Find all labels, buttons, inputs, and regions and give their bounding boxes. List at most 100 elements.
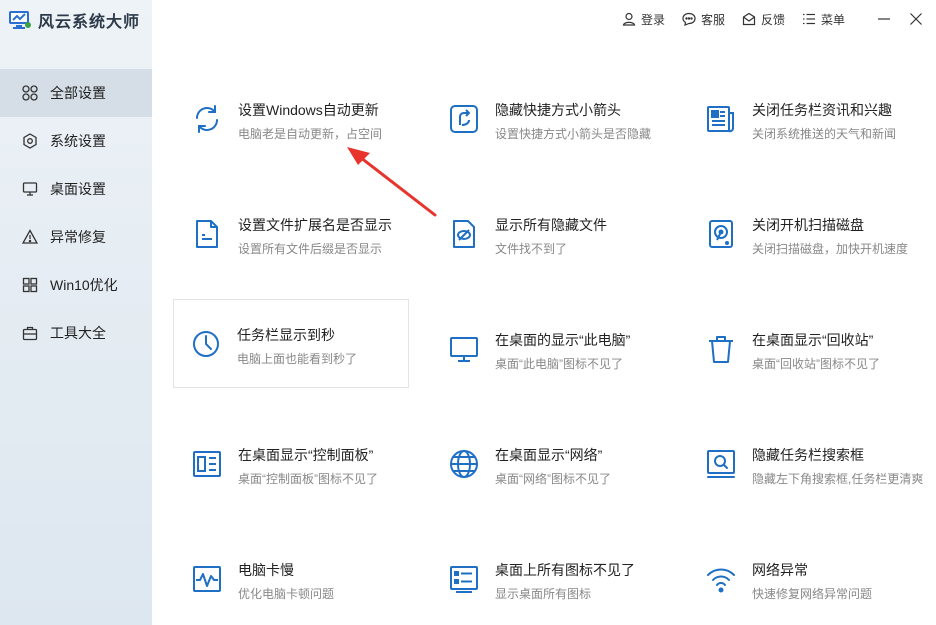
- card-title: 关闭开机扫描磁盘: [752, 217, 864, 233]
- close-icon: [910, 13, 922, 25]
- card-taskbar-seconds[interactable]: 任务栏显示到秒 电脑上面也能看到秒了: [173, 299, 409, 388]
- card-title: 设置文件扩展名是否显示: [238, 217, 392, 233]
- card-title: 在桌面显示“回收站”: [752, 332, 874, 348]
- sidebar-item-label: 全部设置: [50, 85, 106, 101]
- card-desc: 优化电脑卡顿问题: [238, 587, 335, 601]
- card-hide-search-box[interactable]: 隐藏任务栏搜索框 隐藏左下角搜索框,任务栏更清爽: [689, 420, 925, 510]
- feedback-button[interactable]: 反馈: [742, 11, 785, 28]
- globe-icon: [448, 448, 480, 480]
- card-desc: 桌面“网络”图标不见了: [495, 472, 611, 486]
- toolbox-icon: [22, 326, 38, 341]
- card-title: 在桌面的显示“此电脑”: [495, 332, 631, 348]
- card-show-control-panel[interactable]: 在桌面显示“控制面板” 桌面“控制面板”图标不见了: [175, 420, 411, 510]
- app-logo-icon: [8, 9, 32, 31]
- card-desc: 快速修复网络异常问题: [752, 587, 873, 601]
- card-network-error[interactable]: 网络异常 快速修复网络异常问题: [689, 535, 925, 625]
- menu-button[interactable]: 菜单: [802, 11, 845, 28]
- windows-icon: [22, 277, 38, 293]
- card-title: 在桌面显示“控制面板”: [238, 447, 374, 463]
- sidebar-item-label: 桌面设置: [50, 181, 106, 197]
- card-pc-slow[interactable]: 电脑卡慢 优化电脑卡顿问题: [175, 535, 411, 625]
- card-title: 设置Windows自动更新: [238, 102, 379, 118]
- sidebar-item-tools[interactable]: 工具大全: [0, 309, 152, 357]
- card-show-network[interactable]: 在桌面显示“网络” 桌面“网络”图标不见了: [432, 420, 668, 510]
- card-hide-shortcut-arrow[interactable]: 隐藏快捷方式小箭头 设置快捷方式小箭头是否隐藏: [432, 75, 668, 165]
- user-icon: [622, 12, 636, 26]
- search-box-icon: [705, 448, 737, 480]
- minimize-button[interactable]: [870, 8, 898, 30]
- card-title: 电脑卡慢: [238, 562, 294, 578]
- card-desc: 文件找不到了: [495, 242, 568, 256]
- desktop-icons-icon: [448, 563, 480, 595]
- card-title: 网络异常: [752, 562, 808, 578]
- login-label: 登录: [640, 12, 665, 27]
- feedback-label: 反馈: [760, 12, 785, 27]
- card-desc: 桌面“回收站”图标不见了: [752, 357, 880, 371]
- card-desc: 设置快捷方式小箭头是否隐藏: [495, 127, 652, 141]
- card-show-hidden-files[interactable]: 显示所有隐藏文件 文件找不到了: [432, 190, 668, 280]
- clock-icon: [190, 328, 222, 360]
- shortcut-arrow-icon: [448, 103, 480, 135]
- card-title: 任务栏显示到秒: [237, 327, 335, 343]
- card-desc: 关闭扫描磁盘，加快开机速度: [752, 242, 909, 256]
- hidden-file-icon: [448, 218, 480, 250]
- card-desc: 关闭系统推送的天气和新闻: [752, 127, 897, 141]
- card-title: 桌面上所有图标不见了: [495, 562, 635, 578]
- control-panel-icon: [191, 448, 223, 480]
- card-desc: 设置所有文件后缀是否显示: [238, 242, 383, 256]
- app-title: 风云系统大师: [38, 14, 141, 31]
- card-windows-update[interactable]: 设置Windows自动更新 电脑老是自动更新，占空间: [175, 75, 411, 165]
- minimize-icon: [878, 18, 890, 20]
- app-logo: 风云系统大师: [8, 8, 140, 32]
- monitor-icon: [22, 182, 38, 196]
- sidebar-item-desktop-settings[interactable]: 桌面设置: [0, 165, 152, 213]
- sidebar-item-win10[interactable]: Win10优化: [0, 261, 152, 309]
- sidebar-item-label: 异常修复: [50, 229, 106, 245]
- card-title: 在桌面显示“网络”: [495, 447, 603, 463]
- service-label: 客服: [700, 12, 725, 27]
- card-desc: 电脑上面也能看到秒了: [237, 352, 358, 366]
- chat-icon: [682, 12, 696, 26]
- file-icon: [191, 218, 223, 250]
- mail-icon: [742, 12, 756, 26]
- computer-icon: [448, 333, 480, 365]
- warning-icon: [22, 229, 38, 244]
- wifi-icon: [705, 563, 737, 595]
- login-button[interactable]: 登录: [622, 11, 665, 28]
- sidebar-item-label: Win10优化: [50, 277, 118, 293]
- card-desc: 隐藏左下角搜索框,任务栏更清爽: [752, 472, 924, 486]
- disk-icon: [705, 218, 737, 250]
- sidebar-item-repair[interactable]: 异常修复: [0, 213, 152, 261]
- sidebar-item-label: 工具大全: [50, 325, 106, 341]
- card-desc: 桌面“控制面板”图标不见了: [238, 472, 378, 486]
- card-close-news[interactable]: 关闭任务栏资讯和兴趣 关闭系统推送的天气和新闻: [689, 75, 925, 165]
- card-title: 显示所有隐藏文件: [495, 217, 607, 233]
- menu-icon: [802, 13, 815, 25]
- news-icon: [705, 103, 737, 135]
- card-file-extension[interactable]: 设置文件扩展名是否显示 设置所有文件后缀是否显示: [175, 190, 411, 280]
- gear-icon: [23, 133, 37, 149]
- sidebar: 风云系统大师 全部设置 系统设置 桌面设置 异常修复 Win10优化 工具大全: [0, 0, 152, 625]
- sidebar-nav: 全部设置 系统设置 桌面设置 异常修复 Win10优化 工具大全: [0, 69, 152, 357]
- service-button[interactable]: 客服: [682, 11, 725, 28]
- card-desc: 电脑老是自动更新，占空间: [238, 127, 383, 141]
- card-title: 隐藏任务栏搜索框: [752, 447, 864, 463]
- card-title: 隐藏快捷方式小箭头: [495, 102, 621, 118]
- grid-icon: [22, 85, 38, 101]
- title-bar: 登录 客服 反馈 菜单: [622, 8, 936, 30]
- card-desc: 桌面“此电脑”图标不见了: [495, 357, 623, 371]
- card-desktop-icons-missing[interactable]: 桌面上所有图标不见了 显示桌面所有图标: [432, 535, 668, 625]
- sidebar-item-label: 系统设置: [50, 133, 106, 149]
- refresh-icon: [191, 103, 223, 135]
- card-show-this-pc[interactable]: 在桌面的显示“此电脑” 桌面“此电脑”图标不见了: [432, 305, 668, 395]
- sidebar-item-system-settings[interactable]: 系统设置: [0, 117, 152, 165]
- card-show-recycle-bin[interactable]: 在桌面显示“回收站” 桌面“回收站”图标不见了: [689, 305, 925, 395]
- pulse-icon: [191, 563, 223, 595]
- menu-label: 菜单: [820, 12, 845, 27]
- trash-icon: [705, 333, 737, 365]
- card-title: 关闭任务栏资讯和兴趣: [752, 102, 892, 118]
- close-button[interactable]: [902, 8, 930, 30]
- sidebar-item-all-settings[interactable]: 全部设置: [0, 69, 152, 117]
- card-desc: 显示桌面所有图标: [495, 587, 592, 601]
- card-disk-scan[interactable]: 关闭开机扫描磁盘 关闭扫描磁盘，加快开机速度: [689, 190, 925, 280]
